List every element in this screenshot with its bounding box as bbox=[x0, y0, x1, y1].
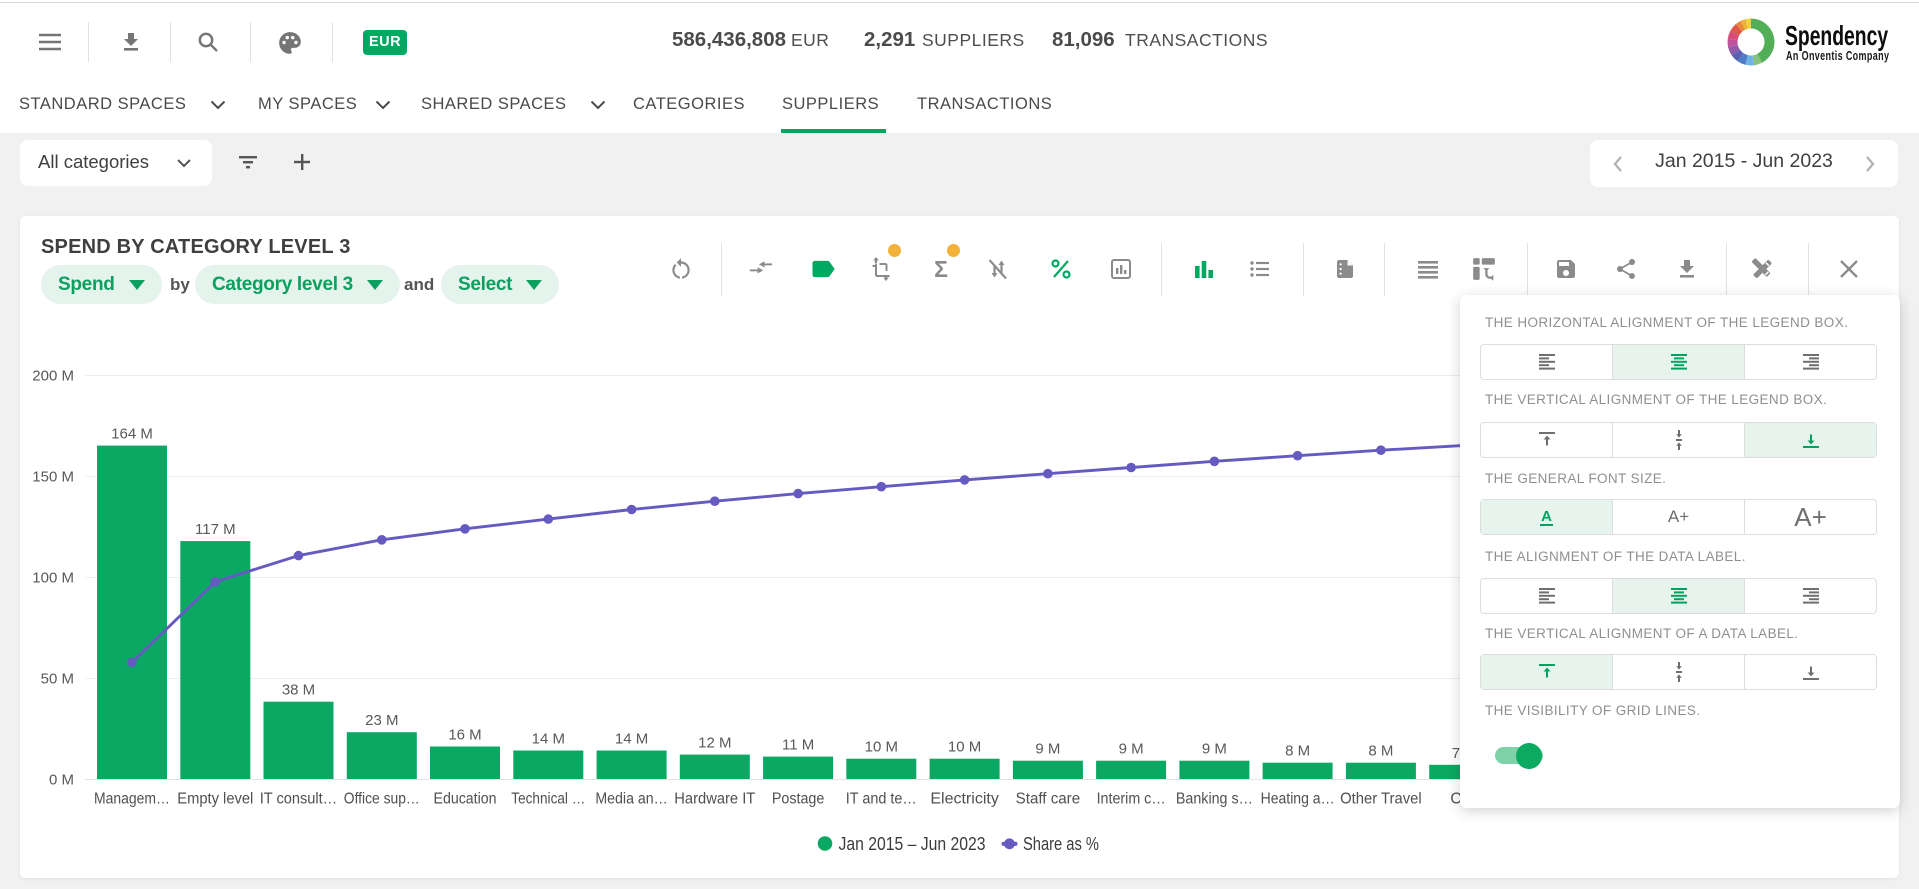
svg-text:Banking s…: Banking s… bbox=[1176, 791, 1253, 808]
svg-text:Technical …: Technical … bbox=[511, 791, 585, 808]
svg-text:Staff care: Staff care bbox=[1016, 791, 1081, 808]
svg-text:50 M: 50 M bbox=[41, 671, 74, 688]
svg-text:IT consult…: IT consult… bbox=[260, 791, 338, 808]
svg-text:Heating a…: Heating a… bbox=[1261, 791, 1335, 808]
svg-text:Managem…: Managem… bbox=[94, 791, 170, 808]
svg-text:Postage: Postage bbox=[772, 791, 825, 808]
svg-text:9 M: 9 M bbox=[1202, 741, 1227, 758]
svg-text:11 M: 11 M bbox=[782, 737, 814, 754]
svg-text:8 M: 8 M bbox=[1285, 743, 1310, 760]
svg-text:100 M: 100 M bbox=[32, 570, 74, 587]
svg-text:Share as %: Share as % bbox=[1023, 834, 1099, 854]
svg-text:12 M: 12 M bbox=[698, 735, 731, 752]
svg-text:Other Travel: Other Travel bbox=[1340, 791, 1422, 808]
svg-text:Interim c…: Interim c… bbox=[1097, 791, 1166, 808]
svg-text:16 M: 16 M bbox=[448, 727, 481, 744]
svg-text:200 M: 200 M bbox=[32, 368, 74, 385]
svg-text:Empty level: Empty level bbox=[177, 791, 253, 808]
svg-text:Jan 2015 – Jun 2023: Jan 2015 – Jun 2023 bbox=[839, 834, 986, 854]
svg-text:10 M: 10 M bbox=[865, 739, 898, 756]
svg-text:117 M: 117 M bbox=[195, 521, 236, 538]
svg-text:14 M: 14 M bbox=[532, 731, 565, 748]
svg-text:0 M: 0 M bbox=[49, 772, 74, 789]
svg-text:9 M: 9 M bbox=[1035, 741, 1060, 758]
svg-text:23 M: 23 M bbox=[365, 712, 398, 729]
svg-text:Σ: Σ bbox=[934, 257, 948, 281]
svg-text:Office sup…: Office sup… bbox=[344, 791, 420, 808]
svg-text:150 M: 150 M bbox=[32, 469, 74, 486]
svg-text:8 M: 8 M bbox=[1368, 743, 1393, 760]
svg-text:Media an…: Media an… bbox=[595, 791, 668, 808]
svg-text:Education: Education bbox=[434, 791, 497, 808]
svg-text:Electricity: Electricity bbox=[930, 791, 999, 808]
svg-text:9 M: 9 M bbox=[1119, 741, 1144, 758]
svg-text:14 M: 14 M bbox=[615, 731, 648, 748]
svg-text:Hardware IT: Hardware IT bbox=[674, 791, 755, 808]
svg-text:38 M: 38 M bbox=[282, 682, 315, 699]
svg-text:10 M: 10 M bbox=[948, 739, 981, 756]
svg-text:164 M: 164 M bbox=[111, 426, 153, 443]
svg-text:IT and te…: IT and te… bbox=[846, 791, 917, 808]
